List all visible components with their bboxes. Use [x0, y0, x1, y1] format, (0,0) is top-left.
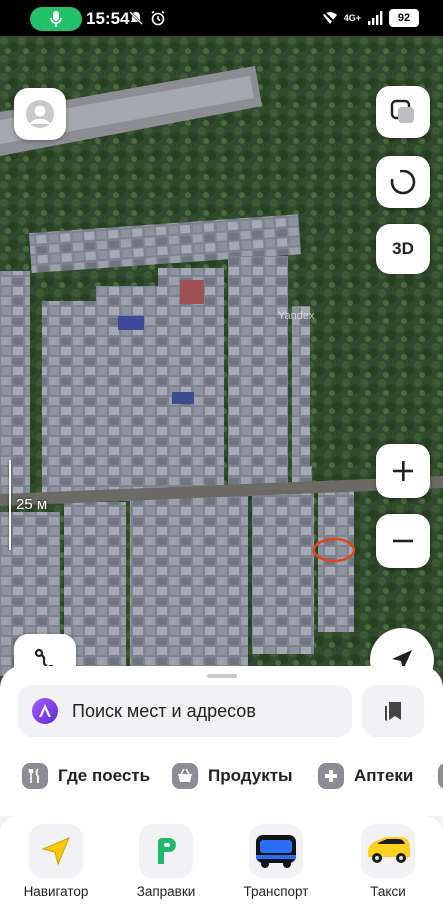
bus-icon [249, 824, 303, 878]
navigator-arrow-icon [29, 824, 83, 878]
app-navigator[interactable]: Навигатор [6, 824, 106, 908]
status-time: 15:54 [86, 9, 130, 28]
network-type: 4G+ [343, 12, 361, 23]
taxi-car-icon [361, 824, 415, 878]
app-fuel[interactable]: Заправки [116, 824, 216, 908]
battery-indicator: 92 [389, 9, 419, 27]
3d-mode-button[interactable]: 3D [376, 224, 430, 274]
3d-label: 3D [392, 239, 414, 258]
mic-active-indicator[interactable] [30, 7, 82, 31]
search-sheet[interactable]: Поиск мест и адресов Где поесть Продукты [0, 666, 443, 816]
app-transport[interactable]: Транспорт [226, 824, 326, 908]
user-avatar-icon [26, 100, 54, 128]
signal-icon [368, 11, 383, 25]
app-label: Заправки [136, 884, 196, 899]
bookmarks-button[interactable] [362, 685, 424, 737]
layers-icon [390, 99, 414, 123]
satellite-imagery [0, 36, 443, 676]
compass-button[interactable] [376, 156, 430, 208]
alice-icon[interactable] [32, 698, 58, 724]
category-chips: Где поесть Продукты Аптеки [0, 754, 443, 798]
fork-knife-icon [22, 763, 48, 789]
zoom-out-button[interactable] [376, 514, 430, 568]
basket-icon [172, 763, 198, 789]
chip-where-to-eat[interactable]: Где поесть [22, 754, 150, 798]
app-label: Такси [370, 884, 406, 899]
map-watermark: Yandex [278, 310, 315, 322]
status-right: 4G+ 92 [322, 9, 419, 27]
more-category-icon [438, 763, 443, 789]
sheet-grabber[interactable] [207, 674, 237, 678]
launcher-card: Навигатор Заправки Транспорт Такси [0, 816, 443, 910]
satellite-map[interactable]: 3D 25 м Yandex [0, 36, 443, 676]
fuel-station-icon [139, 824, 193, 878]
chip-more[interactable] [438, 754, 443, 798]
minus-icon [393, 539, 413, 543]
search-input[interactable]: Поиск мест и адресов [18, 685, 352, 737]
app-taxi[interactable]: Такси [338, 824, 438, 908]
scale-label: 25 м [16, 496, 48, 513]
status-icons [128, 10, 166, 26]
chip-label: Аптеки [354, 766, 414, 785]
search-placeholder: Поиск мест и адресов [72, 700, 256, 721]
chip-groceries[interactable]: Продукты [172, 754, 293, 798]
app-label: Навигатор [23, 884, 89, 899]
mute-bell-icon [129, 11, 143, 25]
compass-ring-icon [390, 169, 416, 195]
chip-pharmacies[interactable]: Аптеки [318, 754, 413, 798]
plus-cross-icon [318, 763, 344, 789]
screen: 15:54 4G+ 92 3D 25 м Yandex Поиск мест и… [0, 0, 443, 910]
app-launcher: Навигатор Заправки Транспорт Такси [0, 816, 443, 910]
zoom-in-button[interactable] [376, 444, 430, 498]
chip-label: Где поесть [58, 766, 151, 785]
scale-bar [9, 460, 11, 550]
bookmarks-icon [385, 702, 401, 721]
microphone-icon [50, 11, 62, 27]
layers-button[interactable] [376, 86, 430, 138]
battery-level: 92 [397, 12, 411, 24]
status-bar: 15:54 4G+ 92 [0, 0, 443, 36]
plus-icon [393, 461, 413, 481]
profile-button[interactable] [14, 88, 66, 140]
chip-label: Продукты [208, 766, 293, 785]
alarm-clock-icon [151, 10, 165, 26]
wifi-off-icon [322, 11, 337, 25]
app-label: Транспорт [243, 884, 309, 899]
